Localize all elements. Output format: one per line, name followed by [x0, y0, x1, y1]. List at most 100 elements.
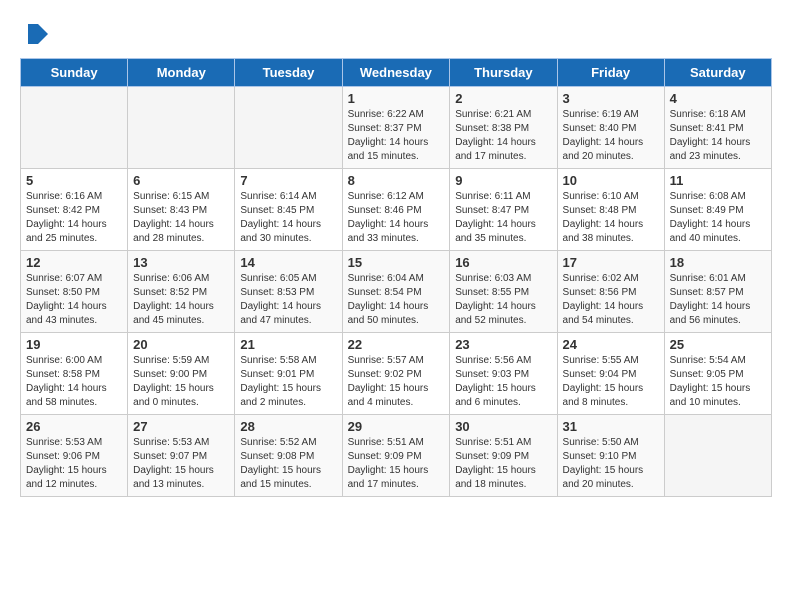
calendar-cell: 7Sunrise: 6:14 AM Sunset: 8:45 PM Daylig…	[235, 169, 342, 251]
day-info: Sunrise: 6:12 AM Sunset: 8:46 PM Dayligh…	[348, 190, 445, 246]
day-info: Sunrise: 6:05 AM Sunset: 8:53 PM Dayligh…	[240, 272, 336, 328]
calendar-cell: 30Sunrise: 5:51 AM Sunset: 9:09 PM Dayli…	[450, 415, 557, 497]
day-number: 27	[133, 419, 229, 434]
calendar-header: SundayMondayTuesdayWednesdayThursdayFrid…	[21, 59, 772, 87]
day-number: 17	[563, 255, 659, 270]
day-number: 14	[240, 255, 336, 270]
week-row-3: 12 Sunrise: 6:07 AM Sunset: 8:50 PM Dayli…	[21, 251, 772, 333]
calendar-cell	[128, 87, 235, 169]
day-info: Sunrise: 5:58 AM Sunset: 9:01 PM Dayligh…	[240, 354, 336, 410]
day-info: Sunrise: 5:51 AM Sunset: 9:09 PM Dayligh…	[348, 436, 445, 492]
calendar-cell: 31 Sunrise: 5:50 AM Sunset: 9:10 PM Dayli…	[557, 415, 664, 497]
day-info: Sunrise: 5:50 AM Sunset: 9:10 PM Dayligh…	[563, 436, 659, 492]
day-number: 7	[240, 173, 336, 188]
calendar-cell: 8 Sunrise: 6:12 AM Sunset: 8:46 PM Daylig…	[342, 169, 450, 251]
day-number: 22	[348, 337, 445, 352]
day-info: Sunrise: 6:19 AM Sunset: 8:40 PM Dayligh…	[563, 108, 659, 164]
day-number: 16	[455, 255, 551, 270]
calendar-cell: 25 Sunrise: 5:54 AM Sunset: 9:05 PM Dayli…	[664, 333, 771, 415]
calendar-cell: 5Sunrise: 6:16 AM Sunset: 8:42 PM Daylig…	[21, 169, 128, 251]
day-info: Sunrise: 5:59 AM Sunset: 9:00 PM Dayligh…	[133, 354, 229, 410]
calendar-cell: 2 Sunrise: 6:21 AM Sunset: 8:38 PM Daylig…	[450, 87, 557, 169]
calendar-cell	[21, 87, 128, 169]
day-info: Sunrise: 6:10 AM Sunset: 8:48 PM Dayligh…	[563, 190, 659, 246]
week-row-4: 19 Sunrise: 6:00 AM Sunset: 8:58 PM Dayli…	[21, 333, 772, 415]
day-number: 11	[670, 173, 766, 188]
day-number: 1	[348, 91, 445, 106]
day-number: 6	[133, 173, 229, 188]
calendar-cell: 16 Sunrise: 6:03 AM Sunset: 8:55 PM Dayli…	[450, 251, 557, 333]
day-number: 8	[348, 173, 445, 188]
logo-icon	[20, 20, 48, 48]
calendar-cell: 23 Sunrise: 5:56 AM Sunset: 9:03 PM Dayli…	[450, 333, 557, 415]
day-number: 23	[455, 337, 551, 352]
day-info: Sunrise: 6:03 AM Sunset: 8:55 PM Dayligh…	[455, 272, 551, 328]
day-number: 26	[26, 419, 122, 434]
calendar-cell: 24 Sunrise: 5:55 AM Sunset: 9:04 PM Dayli…	[557, 333, 664, 415]
day-number: 13	[133, 255, 229, 270]
day-info: Sunrise: 5:53 AM Sunset: 9:07 PM Dayligh…	[133, 436, 229, 492]
day-info: Sunrise: 6:11 AM Sunset: 8:47 PM Dayligh…	[455, 190, 551, 246]
day-info: Sunrise: 6:00 AM Sunset: 8:58 PM Dayligh…	[26, 354, 122, 410]
calendar-cell: 4 Sunrise: 6:18 AM Sunset: 8:41 PM Daylig…	[664, 87, 771, 169]
day-info: Sunrise: 6:02 AM Sunset: 8:56 PM Dayligh…	[563, 272, 659, 328]
header-day-wednesday: Wednesday	[342, 59, 450, 87]
day-info: Sunrise: 5:53 AM Sunset: 9:06 PM Dayligh…	[26, 436, 122, 492]
day-number: 4	[670, 91, 766, 106]
day-info: Sunrise: 6:04 AM Sunset: 8:54 PM Dayligh…	[348, 272, 445, 328]
header-day-monday: Monday	[128, 59, 235, 87]
calendar-cell	[235, 87, 342, 169]
calendar-cell: 12 Sunrise: 6:07 AM Sunset: 8:50 PM Dayli…	[21, 251, 128, 333]
calendar-cell: 19 Sunrise: 6:00 AM Sunset: 8:58 PM Dayli…	[21, 333, 128, 415]
day-number: 5	[26, 173, 122, 188]
header-row: SundayMondayTuesdayWednesdayThursdayFrid…	[21, 59, 772, 87]
calendar-cell: 10Sunrise: 6:10 AM Sunset: 8:48 PM Dayli…	[557, 169, 664, 251]
calendar-cell: 27 Sunrise: 5:53 AM Sunset: 9:07 PM Dayli…	[128, 415, 235, 497]
calendar-cell	[664, 415, 771, 497]
logo	[20, 20, 52, 48]
day-info: Sunrise: 5:57 AM Sunset: 9:02 PM Dayligh…	[348, 354, 445, 410]
day-info: Sunrise: 6:18 AM Sunset: 8:41 PM Dayligh…	[670, 108, 766, 164]
day-number: 31	[563, 419, 659, 434]
day-number: 30	[455, 419, 551, 434]
day-info: Sunrise: 6:06 AM Sunset: 8:52 PM Dayligh…	[133, 272, 229, 328]
week-row-1: 1Sunrise: 6:22 AM Sunset: 8:37 PM Daylig…	[21, 87, 772, 169]
day-number: 21	[240, 337, 336, 352]
calendar-cell: 9 Sunrise: 6:11 AM Sunset: 8:47 PM Daylig…	[450, 169, 557, 251]
calendar-cell: 28Sunrise: 5:52 AM Sunset: 9:08 PM Dayli…	[235, 415, 342, 497]
calendar-cell: 15Sunrise: 6:04 AM Sunset: 8:54 PM Dayli…	[342, 251, 450, 333]
day-info: Sunrise: 5:54 AM Sunset: 9:05 PM Dayligh…	[670, 354, 766, 410]
header-day-thursday: Thursday	[450, 59, 557, 87]
day-info: Sunrise: 5:56 AM Sunset: 9:03 PM Dayligh…	[455, 354, 551, 410]
header-day-saturday: Saturday	[664, 59, 771, 87]
day-number: 12	[26, 255, 122, 270]
day-info: Sunrise: 6:21 AM Sunset: 8:38 PM Dayligh…	[455, 108, 551, 164]
day-info: Sunrise: 5:55 AM Sunset: 9:04 PM Dayligh…	[563, 354, 659, 410]
calendar-cell: 13 Sunrise: 6:06 AM Sunset: 8:52 PM Dayli…	[128, 251, 235, 333]
day-number: 2	[455, 91, 551, 106]
day-info: Sunrise: 6:07 AM Sunset: 8:50 PM Dayligh…	[26, 272, 122, 328]
header-day-sunday: Sunday	[21, 59, 128, 87]
calendar-cell: 14 Sunrise: 6:05 AM Sunset: 8:53 PM Dayli…	[235, 251, 342, 333]
calendar-cell: 18Sunrise: 6:01 AM Sunset: 8:57 PM Dayli…	[664, 251, 771, 333]
day-info: Sunrise: 6:15 AM Sunset: 8:43 PM Dayligh…	[133, 190, 229, 246]
calendar-cell: 17 Sunrise: 6:02 AM Sunset: 8:56 PM Dayli…	[557, 251, 664, 333]
day-number: 20	[133, 337, 229, 352]
day-number: 18	[670, 255, 766, 270]
day-number: 3	[563, 91, 659, 106]
calendar-cell: 26 Sunrise: 5:53 AM Sunset: 9:06 PM Dayli…	[21, 415, 128, 497]
calendar-cell: 11Sunrise: 6:08 AM Sunset: 8:49 PM Dayli…	[664, 169, 771, 251]
week-row-5: 26 Sunrise: 5:53 AM Sunset: 9:06 PM Dayli…	[21, 415, 772, 497]
day-number: 25	[670, 337, 766, 352]
calendar-cell: 6 Sunrise: 6:15 AM Sunset: 8:43 PM Daylig…	[128, 169, 235, 251]
day-number: 24	[563, 337, 659, 352]
week-row-2: 5Sunrise: 6:16 AM Sunset: 8:42 PM Daylig…	[21, 169, 772, 251]
header-day-tuesday: Tuesday	[235, 59, 342, 87]
calendar-cell: 3 Sunrise: 6:19 AM Sunset: 8:40 PM Daylig…	[557, 87, 664, 169]
calendar-table: SundayMondayTuesdayWednesdayThursdayFrid…	[20, 58, 772, 497]
calendar-cell: 1Sunrise: 6:22 AM Sunset: 8:37 PM Daylig…	[342, 87, 450, 169]
calendar-body: 1Sunrise: 6:22 AM Sunset: 8:37 PM Daylig…	[21, 87, 772, 497]
header-day-friday: Friday	[557, 59, 664, 87]
day-number: 9	[455, 173, 551, 188]
day-number: 19	[26, 337, 122, 352]
